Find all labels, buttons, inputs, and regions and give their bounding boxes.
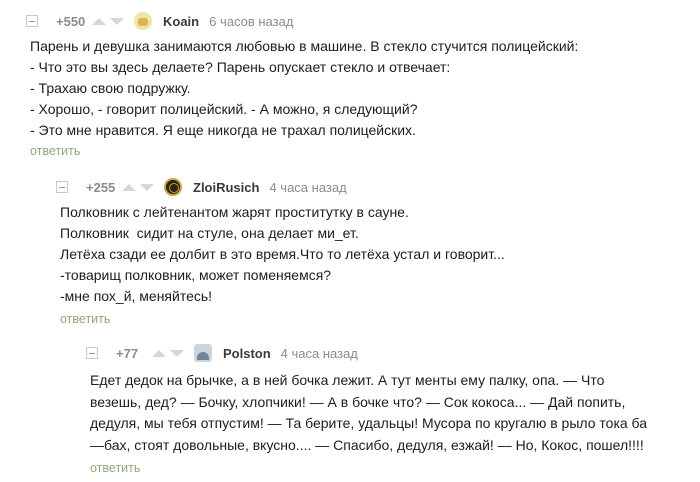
reply-link[interactable]: ответить: [90, 461, 698, 475]
upvote-icon[interactable]: [152, 349, 166, 357]
downvote-icon[interactable]: [110, 17, 124, 25]
comment-line: -мне пох_й, меняйтесь!: [60, 288, 213, 304]
comment-line: Полковник сидит на стуле, она делает ми_…: [60, 225, 359, 241]
avatar[interactable]: [164, 178, 182, 196]
comment-line: Парень и девушка занимаются любовью в ма…: [30, 38, 579, 54]
comment-polston: +77 Polston 4 часа назад Едет дедок на б…: [86, 342, 698, 475]
comment-body: Полковник с лейтенантом жарят проститутк…: [60, 202, 696, 307]
avatar[interactable]: [134, 12, 152, 30]
comment-line: —бах, стоят довольные, вкусно.... — Спас…: [90, 436, 644, 453]
comment-koain: +550 Koain 6 часов назад Парень и девушк…: [26, 10, 696, 158]
downvote-icon[interactable]: [140, 183, 154, 191]
upvote-icon[interactable]: [122, 183, 136, 191]
upvote-icon[interactable]: [92, 17, 106, 25]
comment-line: -товарищ полковник, может поменяемся?: [60, 267, 332, 283]
collapse-icon[interactable]: [26, 15, 38, 27]
comment-line: - Это мне нравится. Я еще никогда не тра…: [30, 122, 416, 138]
comment-line: дедуля, мы тебя отпустим! — Та берите, у…: [90, 415, 648, 431]
comment-line: Едет дедок на брычке, а в ней бочка лежи…: [90, 372, 605, 388]
comment-body: Едет дедок на брычке, а в ней бочка лежи…: [90, 370, 698, 456]
comment-header: +550 Koain 6 часов назад: [26, 10, 696, 32]
comment-line: - Хорошо, - говорит полицейский. - А мож…: [30, 101, 418, 117]
comment-author[interactable]: Polston: [223, 346, 271, 361]
comment-time[interactable]: 4 часа назад: [281, 346, 358, 361]
reply-link[interactable]: ответить: [30, 144, 696, 158]
comment-time[interactable]: 4 часа назад: [269, 180, 346, 195]
comment-line: - Что это вы здесь делаете? Парень опуск…: [30, 59, 451, 75]
comment-author[interactable]: ZloiRusich: [193, 180, 259, 195]
comment-body: Парень и девушка занимаются любовью в ма…: [30, 36, 696, 141]
collapse-icon[interactable]: [56, 181, 68, 193]
comment-line: везешь, дед? — Бочку, хлопчики! — А в бо…: [90, 393, 626, 410]
comment-rating: +255: [86, 179, 116, 195]
comment-header: +255 ZloiRusich 4 часа назад: [56, 176, 696, 198]
comment-time[interactable]: 6 часов назад: [209, 14, 293, 29]
collapse-icon[interactable]: [86, 347, 98, 359]
reply-link[interactable]: ответить: [60, 312, 696, 326]
comment-rating: +77: [116, 345, 139, 361]
comment-line: - Трахаю свою подружку.: [30, 80, 191, 96]
comment-zloirusich: +255 ZloiRusich 4 часа назад Полковник с…: [56, 176, 696, 326]
comment-line: Полковник с лейтенантом жарят проститутк…: [60, 204, 409, 220]
avatar[interactable]: [194, 344, 212, 362]
downvote-icon[interactable]: [170, 349, 184, 357]
comment-line: Летёха сзади ее долбит в это время.Что т…: [60, 246, 505, 262]
comment-header: +77 Polston 4 часа назад: [86, 342, 698, 364]
comment-rating: +550: [56, 13, 86, 29]
comment-author[interactable]: Koain: [163, 14, 199, 29]
